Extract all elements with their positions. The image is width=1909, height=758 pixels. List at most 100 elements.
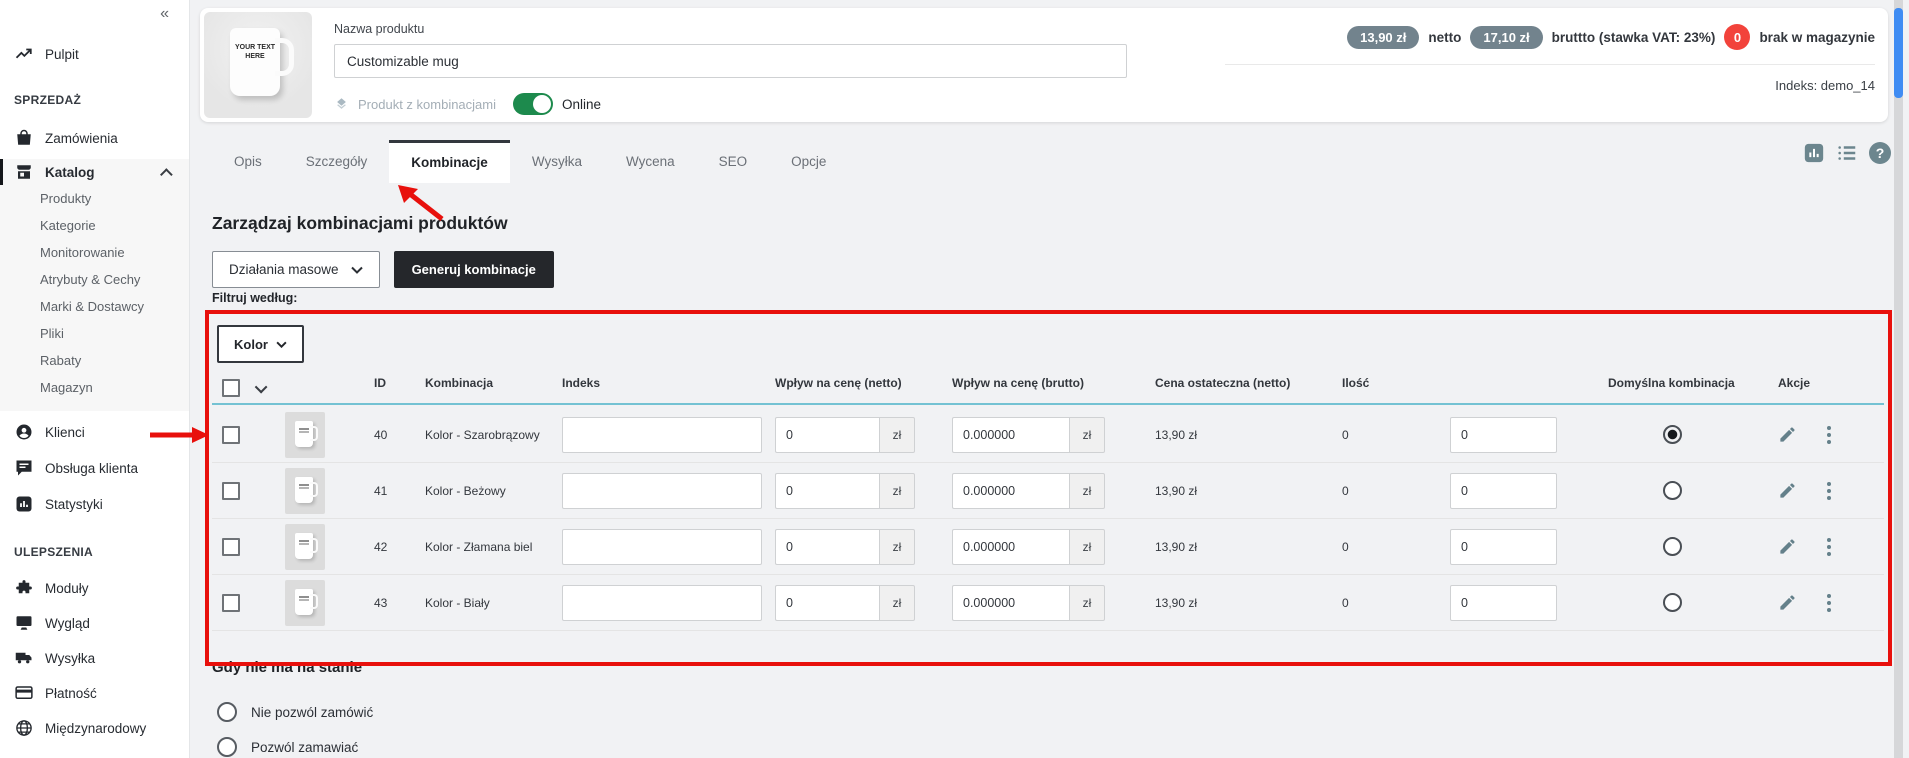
sidebar-item-statystyki[interactable]: Statystyki <box>0 491 189 517</box>
monitor-icon <box>15 614 33 632</box>
stock-quantity-value: 0 <box>1340 575 1450 630</box>
scrollbar-track[interactable] <box>1894 0 1903 758</box>
tab-kombinacje[interactable]: Kombinacje <box>389 140 510 183</box>
default-combination-radio[interactable] <box>1663 425 1682 444</box>
sidebar-item-pulpit[interactable]: Pulpit <box>0 41 189 67</box>
help-icon[interactable]: ? <box>1869 142 1891 164</box>
sidebar-group-katalog: Katalog Produkty Kategorie Monitorowanie… <box>0 159 189 411</box>
currency-suffix: zł <box>879 529 915 565</box>
quantity-input[interactable] <box>1450 473 1557 509</box>
bulk-select-chevron-icon[interactable] <box>255 381 268 394</box>
sidebar-item-label: Zamówienia <box>45 131 118 146</box>
combination-id: 40 <box>367 407 422 462</box>
generate-combinations-button[interactable]: Generuj kombinacje <box>394 251 554 288</box>
sidebar-item-produkty[interactable]: Produkty <box>0 185 189 212</box>
tab-wysylka[interactable]: Wysyłka <box>510 140 604 183</box>
impact-net-input[interactable] <box>775 585 879 621</box>
sidebar-item-wyglad[interactable]: Wygląd <box>0 610 189 636</box>
tab-opis[interactable]: Opis <box>212 140 284 183</box>
deny-order-radio[interactable] <box>217 702 237 722</box>
sidebar-item-wysylka[interactable]: Wysyłka <box>0 645 189 671</box>
sidebar-item-atrybuty-cechy[interactable]: Atrybuty & Cechy <box>0 266 189 293</box>
combination-thumbnail <box>285 580 325 626</box>
sidebar-item-kategorie[interactable]: Kategorie <box>0 212 189 239</box>
sidebar-item-marki-dostawcy[interactable]: Marki & Dostawcy <box>0 293 189 320</box>
sidebar-item-zamowienia[interactable]: Zamówienia <box>0 125 189 151</box>
product-header-card: YOUR TEXT HERE Nazwa produktu Produkt z … <box>200 8 1888 122</box>
kebab-menu-icon[interactable] <box>1825 424 1833 446</box>
scrollbar-thumb[interactable] <box>1894 8 1903 98</box>
impact-net-input[interactable] <box>775 417 879 453</box>
sidebar-collapse-button[interactable]: « <box>160 5 169 23</box>
tab-szczegoly[interactable]: Szczegóły <box>284 140 390 183</box>
tab-wycena[interactable]: Wycena <box>604 140 697 183</box>
edit-icon[interactable] <box>1778 425 1797 444</box>
sidebar-item-label: Płatność <box>45 686 97 701</box>
sidebar-item-obsluga-klienta[interactable]: Obsługa klienta <box>0 455 189 481</box>
impact-net-input[interactable] <box>775 529 879 565</box>
deny-order-label: Nie pozwól zamówić <box>251 705 373 720</box>
edit-icon[interactable] <box>1778 537 1797 556</box>
impact-net-input[interactable] <box>775 473 879 509</box>
impact-gross-input[interactable] <box>952 585 1069 621</box>
kebab-menu-icon[interactable] <box>1825 536 1833 558</box>
product-name-label: Nazwa produktu <box>334 22 424 36</box>
sidebar-item-moduly[interactable]: Moduły <box>0 575 189 601</box>
quantity-input[interactable] <box>1450 417 1557 453</box>
sidebar-item-label: Obsługa klienta <box>45 461 138 476</box>
row-checkbox[interactable] <box>222 482 240 500</box>
allow-order-radio[interactable] <box>217 737 237 757</box>
index-input[interactable] <box>562 417 762 453</box>
sidebar-item-magazyn[interactable]: Magazyn <box>0 374 189 401</box>
sidebar-item-rabaty[interactable]: Rabaty <box>0 347 189 374</box>
edit-icon[interactable] <box>1778 593 1797 612</box>
stock-label: brak w magazynie <box>1759 30 1875 45</box>
sidebar-item-katalog[interactable]: Katalog <box>0 159 189 185</box>
product-name-input[interactable] <box>334 44 1127 78</box>
final-price-value: 13,90 zł <box>1155 407 1340 462</box>
sidebar-item-label: Pulpit <box>45 47 79 62</box>
row-checkbox[interactable] <box>222 426 240 444</box>
edit-icon[interactable] <box>1778 481 1797 500</box>
out-of-stock-title: Gdy nie ma na stanie <box>212 659 362 676</box>
impact-gross-input[interactable] <box>952 529 1069 565</box>
default-combination-radio[interactable] <box>1663 481 1682 500</box>
kebab-menu-icon[interactable] <box>1825 480 1833 502</box>
stats-toolbar-icon[interactable] <box>1803 142 1825 164</box>
toggle-knob <box>533 95 551 113</box>
list-view-icon[interactable] <box>1836 142 1858 164</box>
default-combination-radio[interactable] <box>1663 593 1682 612</box>
quantity-input[interactable] <box>1450 585 1557 621</box>
combination-name: Kolor - Złamana biel <box>422 519 562 574</box>
impact-gross-input[interactable] <box>952 473 1069 509</box>
sidebar-item-monitorowanie[interactable]: Monitorowanie <box>0 239 189 266</box>
kebab-menu-icon[interactable] <box>1825 592 1833 614</box>
row-checkbox[interactable] <box>222 594 240 612</box>
sidebar-section-ulepszenia: ULEPSZENIA <box>14 545 189 561</box>
stock-quantity-value: 0 <box>1340 519 1450 574</box>
credit-card-icon <box>15 684 33 702</box>
sidebar: « Pulpit SPRZEDAŻ Zamówienia Katalog Pro… <box>0 0 190 758</box>
sidebar-item-platnosc[interactable]: Płatność <box>0 680 189 706</box>
bulk-actions-button[interactable]: Działania masowe <box>212 251 380 288</box>
select-all-checkbox[interactable] <box>222 379 240 397</box>
online-toggle[interactable] <box>513 93 553 115</box>
index-input[interactable] <box>562 473 762 509</box>
product-image: YOUR TEXT HERE <box>204 12 312 118</box>
index-input[interactable] <box>562 585 762 621</box>
impact-gross-input[interactable] <box>952 417 1069 453</box>
index-input[interactable] <box>562 529 762 565</box>
row-checkbox[interactable] <box>222 538 240 556</box>
currency-suffix: zł <box>1069 473 1105 509</box>
combination-name: Kolor - Beżowy <box>422 463 562 518</box>
final-price-value: 13,90 zł <box>1155 575 1340 630</box>
sidebar-item-klienci[interactable]: Klienci <box>0 419 189 445</box>
sidebar-item-pliki[interactable]: Pliki <box>0 320 189 347</box>
tab-opcje[interactable]: Opcje <box>769 140 848 183</box>
quantity-input[interactable] <box>1450 529 1557 565</box>
default-combination-radio[interactable] <box>1663 537 1682 556</box>
sidebar-item-miedzynarodowy[interactable]: Międzynarodowy <box>0 715 189 741</box>
attribute-filter-select[interactable]: Kolor <box>217 325 304 363</box>
col-header-default: Domyślna kombinacja <box>1605 376 1762 403</box>
tab-seo[interactable]: SEO <box>697 140 770 183</box>
